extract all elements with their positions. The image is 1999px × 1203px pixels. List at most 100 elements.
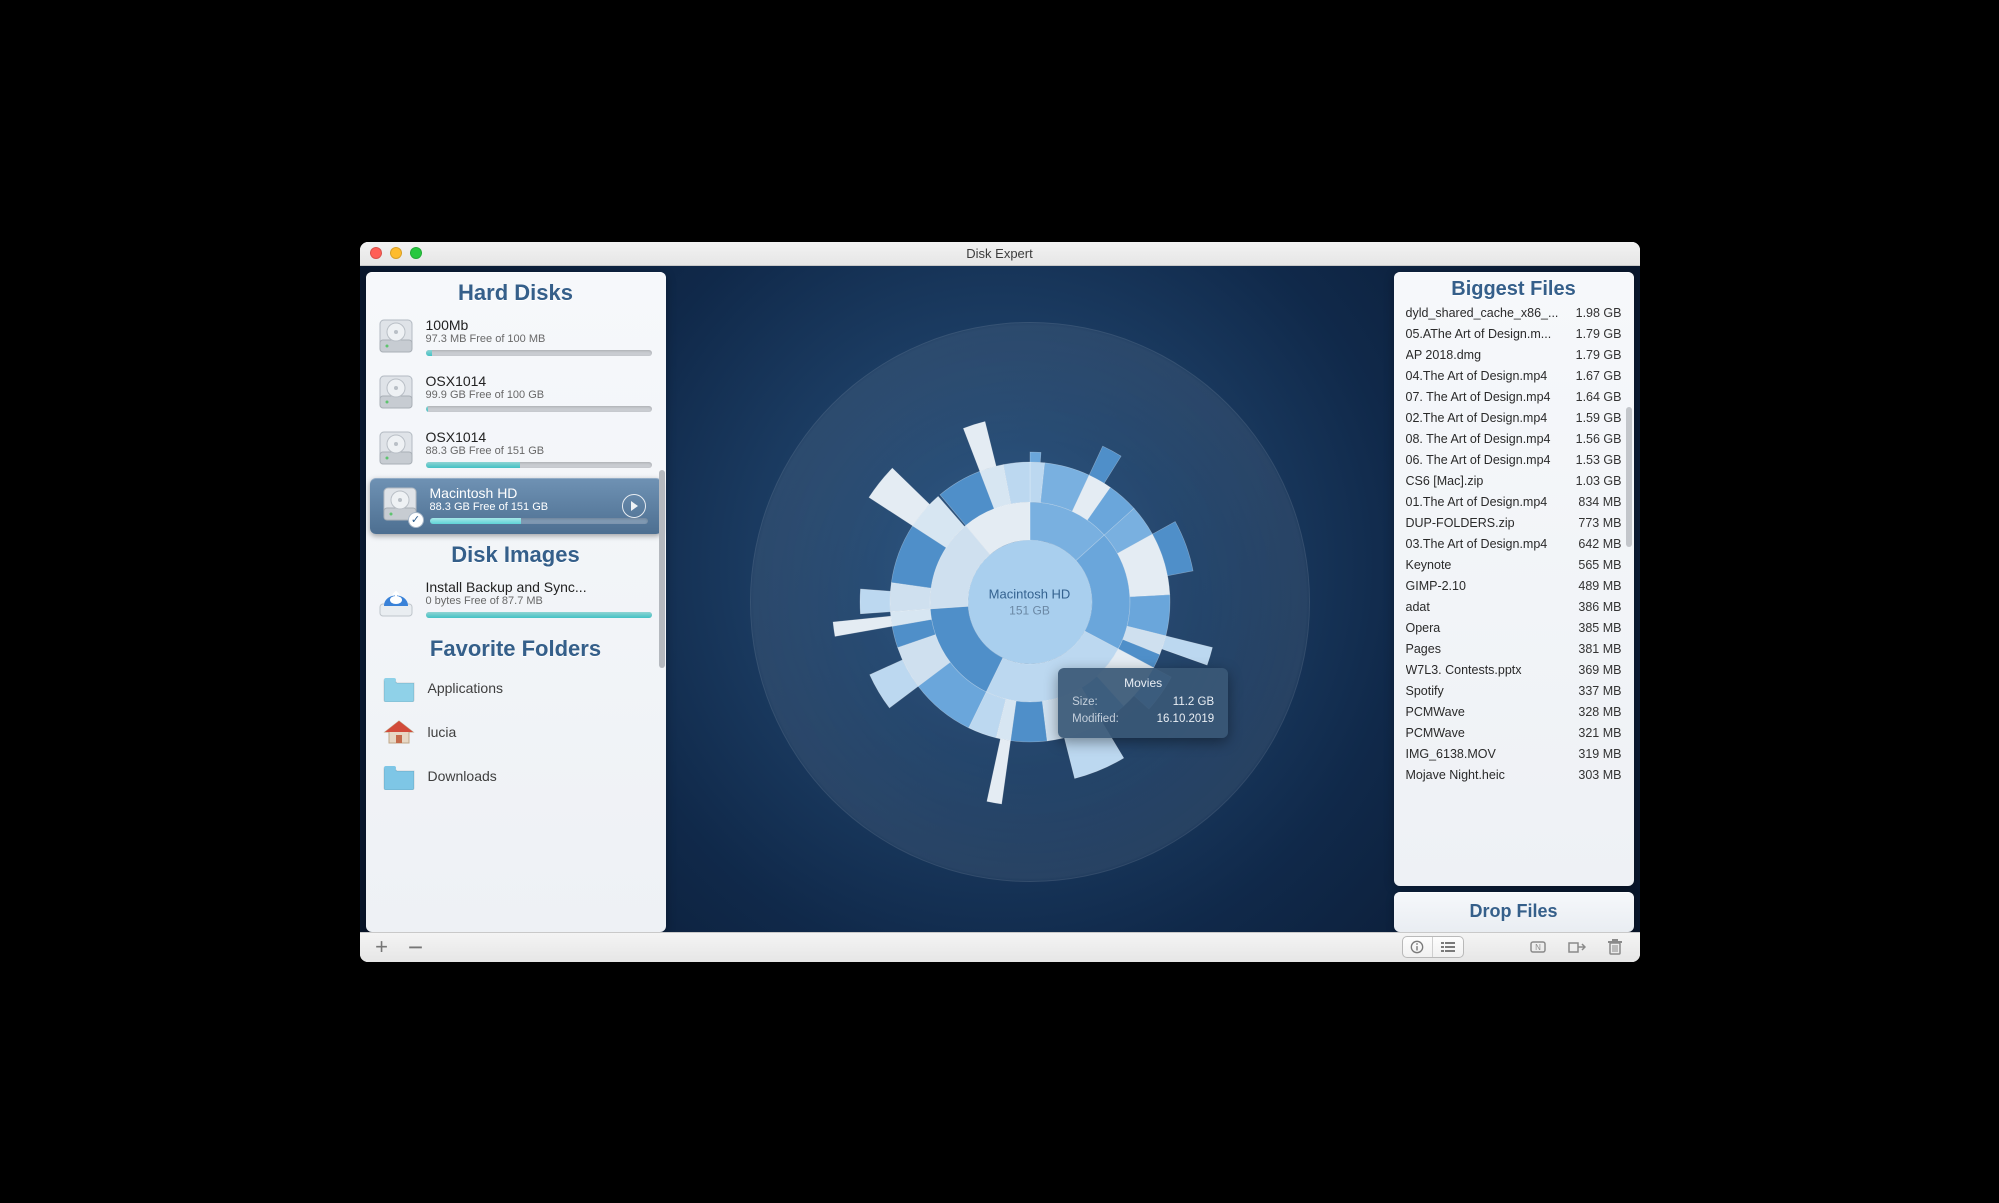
footer-toolbar: + − N [360, 932, 1640, 962]
tooltip-size-value: 11.2 GB [1173, 694, 1214, 711]
sidebar-scroll-area[interactable]: Hard Disks 100Mb 97.3 MB Free of 100 MB … [366, 272, 666, 932]
favorite-folder-label: Applications [428, 680, 504, 696]
chart-center-title: Macintosh HD [989, 586, 1071, 601]
export-button[interactable] [1562, 937, 1592, 957]
tooltip-title: Movies [1072, 676, 1214, 690]
file-size: 386 MB [1578, 600, 1621, 614]
scan-play-button[interactable] [622, 494, 646, 518]
file-name: AP 2018.dmg [1406, 348, 1568, 362]
favorite-folder-label: lucia [428, 724, 457, 740]
biggest-file-row[interactable]: PCMWave321 MB [1406, 723, 1622, 744]
biggest-file-row[interactable]: GIMP-2.10 489 MB [1406, 576, 1622, 597]
file-name: IMG_6138.MOV [1406, 747, 1571, 761]
file-name: dyld_shared_cache_x86_... [1406, 306, 1568, 320]
biggest-file-row[interactable]: 07. The Art of Design.mp41.64 GB [1406, 387, 1622, 408]
file-name: adat [1406, 600, 1571, 614]
sunburst-segment[interactable] [963, 421, 996, 471]
file-size: 385 MB [1578, 621, 1621, 635]
list-view-button[interactable] [1433, 937, 1463, 957]
info-icon [1410, 940, 1424, 954]
favorite-folder-label: Downloads [428, 768, 497, 784]
biggest-file-row[interactable]: Mojave Night.heic303 MB [1406, 765, 1622, 786]
favorite-folder-row[interactable]: Downloads [366, 754, 666, 798]
file-size: 319 MB [1578, 747, 1621, 761]
sunburst-segment[interactable] [1161, 635, 1212, 664]
biggest-file-row[interactable]: adat 386 MB [1406, 597, 1622, 618]
file-size: 1.53 GB [1576, 453, 1622, 467]
sunburst-segment[interactable] [1089, 446, 1121, 483]
biggest-file-row[interactable]: 03.The Art of Design.mp4642 MB [1406, 534, 1622, 555]
favorites-list: Applications lucia Downloads [366, 666, 666, 798]
biggest-file-row[interactable]: AP 2018.dmg1.79 GB [1406, 345, 1622, 366]
favorite-folder-row[interactable]: Applications [366, 666, 666, 710]
trash-button[interactable] [1600, 937, 1630, 957]
biggest-file-row[interactable]: 06. The Art of Design.mp41.53 GB [1406, 450, 1622, 471]
chart-area: Macintosh HD 151 GB Movies Size: 11.2 GB… [672, 272, 1388, 932]
rename-button[interactable]: N [1524, 937, 1554, 957]
biggest-files-heading: Biggest Files [1394, 272, 1634, 303]
disk-image-name: Install Backup and Sync... [426, 579, 652, 595]
file-size: 328 MB [1578, 705, 1621, 719]
biggest-file-row[interactable]: Keynote565 MB [1406, 555, 1622, 576]
disk-images-list: Install Backup and Sync... 0 bytes Free … [366, 572, 666, 628]
disk-row[interactable]: 100Mb 97.3 MB Free of 100 MB [366, 310, 666, 366]
biggest-file-row[interactable]: PCMWave328 MB [1406, 702, 1622, 723]
biggest-file-row[interactable]: Opera385 MB [1406, 618, 1622, 639]
biggest-file-row[interactable]: Pages381 MB [1406, 639, 1622, 660]
biggest-file-row[interactable]: 04.The Art of Design.mp41.67 GB [1406, 366, 1622, 387]
favorites-heading: Favorite Folders [366, 628, 666, 666]
biggest-files-list[interactable]: dyld_shared_cache_x86_...1.98 GB05.AThe … [1394, 303, 1634, 886]
biggest-file-row[interactable]: 01.The Art of Design.mp4834 MB [1406, 492, 1622, 513]
biggest-file-row[interactable]: 02.The Art of Design.mp41.59 GB [1406, 408, 1622, 429]
trash-icon [1608, 939, 1622, 955]
sunburst-segment[interactable] [860, 588, 890, 613]
file-name: GIMP-2.10 [1406, 579, 1571, 593]
file-size: 1.67 GB [1576, 369, 1622, 383]
file-name: Keynote [1406, 558, 1571, 572]
biggest-file-row[interactable]: Spotify 337 MB [1406, 681, 1622, 702]
sunburst-outer-disc: Macintosh HD 151 GB [750, 322, 1310, 882]
file-name: 01.The Art of Design.mp4 [1406, 495, 1571, 509]
sunburst-segment[interactable] [1030, 452, 1041, 462]
biggest-file-row[interactable]: W7L3. Contests.pptx369 MB [1406, 660, 1622, 681]
tooltip-size-label: Size: [1072, 694, 1098, 711]
favorite-folder-row[interactable]: lucia [366, 710, 666, 754]
folder-icon [382, 762, 416, 790]
drop-files-zone[interactable]: Drop Files [1394, 892, 1634, 932]
disk-usage-bar [426, 406, 652, 412]
hard-disk-icon [376, 316, 416, 358]
remove-button[interactable]: − [404, 936, 428, 958]
biggest-file-row[interactable]: dyld_shared_cache_x86_...1.98 GB [1406, 303, 1622, 324]
file-name: CS6 [Mac].zip [1406, 474, 1568, 488]
disk-row[interactable]: OSX1014 88.3 GB Free of 151 GB [366, 422, 666, 478]
disk-free-label: 97.3 MB Free of 100 MB [426, 333, 652, 345]
sunburst-segment[interactable] [833, 616, 892, 636]
sidebar-scrollbar-thumb[interactable] [659, 470, 665, 668]
file-name: Mojave Night.heic [1406, 768, 1571, 782]
biggest-files-scrollbar-thumb[interactable] [1626, 407, 1632, 547]
info-view-button[interactable] [1403, 937, 1433, 957]
hard-disks-list: 100Mb 97.3 MB Free of 100 MB OSX1014 99.… [366, 310, 666, 534]
window-body: Hard Disks 100Mb 97.3 MB Free of 100 MB … [360, 266, 1640, 932]
disk-row[interactable]: OSX1014 99.9 GB Free of 100 GB [366, 366, 666, 422]
file-size: 489 MB [1578, 579, 1621, 593]
footer-action-group: N [1524, 937, 1630, 957]
disk-image-row[interactable]: Install Backup and Sync... 0 bytes Free … [366, 572, 666, 628]
biggest-file-row[interactable]: 08. The Art of Design.mp41.56 GB [1406, 429, 1622, 450]
biggest-file-row[interactable]: DUP-FOLDERS.zip773 MB [1406, 513, 1622, 534]
disk-row[interactable]: ✓ Macintosh HD 88.3 GB Free of 151 GB [370, 478, 662, 534]
view-mode-segment [1402, 936, 1464, 958]
file-name: Spotify [1406, 684, 1571, 698]
biggest-file-row[interactable]: IMG_6138.MOV 319 MB [1406, 744, 1622, 765]
disk-free-label: 88.3 GB Free of 151 GB [426, 445, 652, 457]
folder-icon [382, 718, 416, 746]
add-button[interactable]: + [370, 936, 394, 958]
sunburst-segment[interactable] [1010, 701, 1047, 742]
disk-image-icon [376, 578, 416, 620]
file-size: 321 MB [1578, 726, 1621, 740]
sunburst-segment[interactable] [986, 738, 1010, 803]
biggest-file-row[interactable]: CS6 [Mac].zip1.03 GB [1406, 471, 1622, 492]
disk-usage-bar [430, 518, 648, 524]
file-size: 337 MB [1578, 684, 1621, 698]
biggest-file-row[interactable]: 05.AThe Art of Design.m...1.79 GB [1406, 324, 1622, 345]
